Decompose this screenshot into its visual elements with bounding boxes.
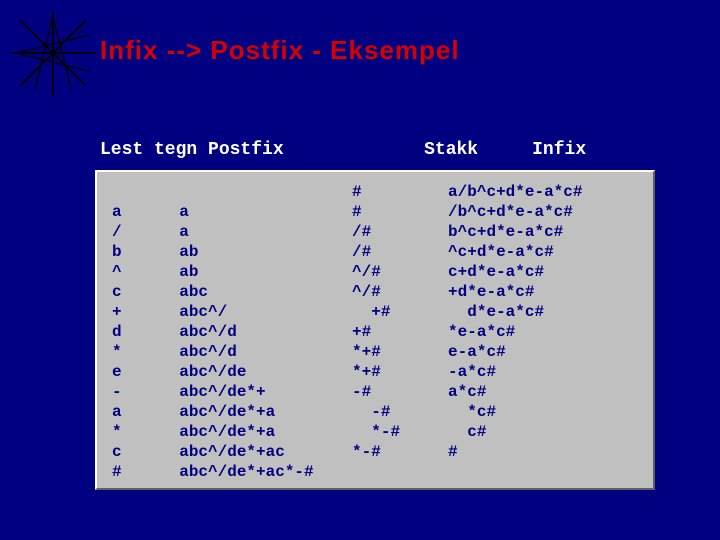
header-postfix: Postfix — [208, 140, 284, 160]
header-stack: Stakk — [424, 140, 478, 160]
trace-table: # a/b^c+d*e-a*c# a a # /b^c+d*e-a*c# / a… — [112, 182, 643, 482]
code-panel: # a/b^c+d*e-a*c# a a # /b^c+d*e-a*c# / a… — [95, 170, 655, 490]
column-headers: Lest tegn Postfix Stakk Infix — [100, 140, 586, 160]
starburst-icon — [8, 8, 98, 98]
slide: Infix --> Postfix - Eksempel Lest tegn P… — [0, 0, 720, 540]
header-read: Lest tegn — [100, 140, 197, 160]
header-infix: Infix — [532, 140, 586, 160]
slide-title: Infix --> Postfix - Eksempel — [100, 35, 460, 66]
